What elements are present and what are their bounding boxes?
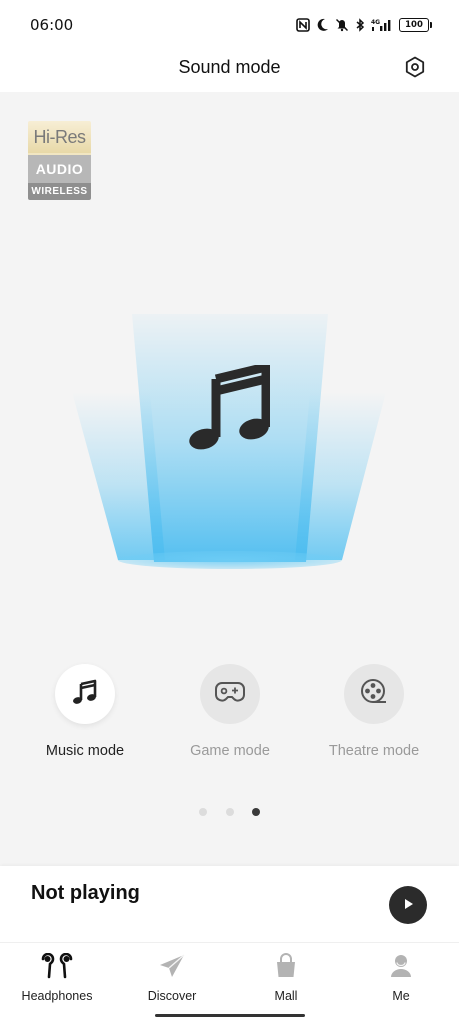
shopping-bag-icon <box>274 953 298 983</box>
status-icons: 4G 100 <box>296 17 432 33</box>
header: Sound mode <box>0 50 459 92</box>
music-note-icon <box>72 679 98 709</box>
person-icon <box>389 953 413 983</box>
play-icon <box>401 896 415 915</box>
status-time: 06:00 <box>30 16 74 34</box>
sound-mode-illustration <box>70 310 390 580</box>
nav-me[interactable]: Me <box>344 951 458 1003</box>
theatre-mode-option[interactable]: Theatre mode <box>304 664 444 759</box>
game-mode-button[interactable] <box>200 664 260 724</box>
nav-mall-label: Mall <box>274 989 298 1003</box>
paper-plane-icon <box>158 953 186 983</box>
nav-headphones[interactable]: Headphones <box>0 951 114 1003</box>
nav-mall[interactable]: Mall <box>229 951 343 1003</box>
music-note-illustration-icon <box>188 362 271 455</box>
bottom-navigation: Headphones Discover Mall Me <box>0 942 459 1006</box>
music-mode-option[interactable]: Music mode <box>15 664 155 759</box>
signal-4g-icon: 4G <box>371 18 393 32</box>
play-button[interactable] <box>389 886 427 924</box>
page-dot-2[interactable] <box>226 808 234 816</box>
playback-status: Not playing <box>31 882 140 904</box>
home-indicator[interactable] <box>155 1014 305 1017</box>
theatre-mode-label: Theatre mode <box>328 743 420 759</box>
theatre-mode-button[interactable] <box>344 664 404 724</box>
bluetooth-icon <box>355 18 365 32</box>
hi-res-badge-line3: WIRELESS <box>28 183 91 200</box>
svg-text:4G: 4G <box>371 19 380 26</box>
hi-res-badge-line2: AUDIO <box>28 153 91 183</box>
now-playing-bar[interactable]: Not playing <box>0 866 459 942</box>
battery-icon: 100 <box>399 18 432 32</box>
nav-discover[interactable]: Discover <box>115 951 229 1003</box>
music-mode-button[interactable] <box>55 664 115 724</box>
page-dot-1[interactable] <box>199 808 207 816</box>
nav-discover-label: Discover <box>147 989 197 1003</box>
game-mode-label: Game mode <box>190 743 270 759</box>
film-reel-icon <box>360 678 388 710</box>
nfc-icon <box>296 18 310 32</box>
nav-me-label: Me <box>392 989 410 1003</box>
page-dot-3-active[interactable] <box>252 808 260 816</box>
music-mode-label: Music mode <box>45 743 125 759</box>
system-home-bar <box>0 1006 459 1023</box>
mute-icon <box>335 18 349 32</box>
hi-res-badge-line1: Hi-Res <box>28 121 91 153</box>
moon-icon <box>316 18 329 32</box>
page-title: Sound mode <box>178 57 281 77</box>
nav-headphones-label: Headphones <box>21 989 93 1003</box>
status-bar: 06:00 4G 100 <box>0 0 459 50</box>
settings-button[interactable] <box>401 55 429 83</box>
page-indicator <box>0 808 459 818</box>
earbuds-icon <box>39 952 75 983</box>
hi-res-audio-badge: Hi-Res AUDIO WIRELESS <box>28 121 91 200</box>
settings-hexagon-icon <box>403 55 427 83</box>
gamepad-icon <box>215 681 245 707</box>
game-mode-option[interactable]: Game mode <box>160 664 300 759</box>
mode-selector: Music mode Game mode Theatre mode <box>0 664 459 774</box>
